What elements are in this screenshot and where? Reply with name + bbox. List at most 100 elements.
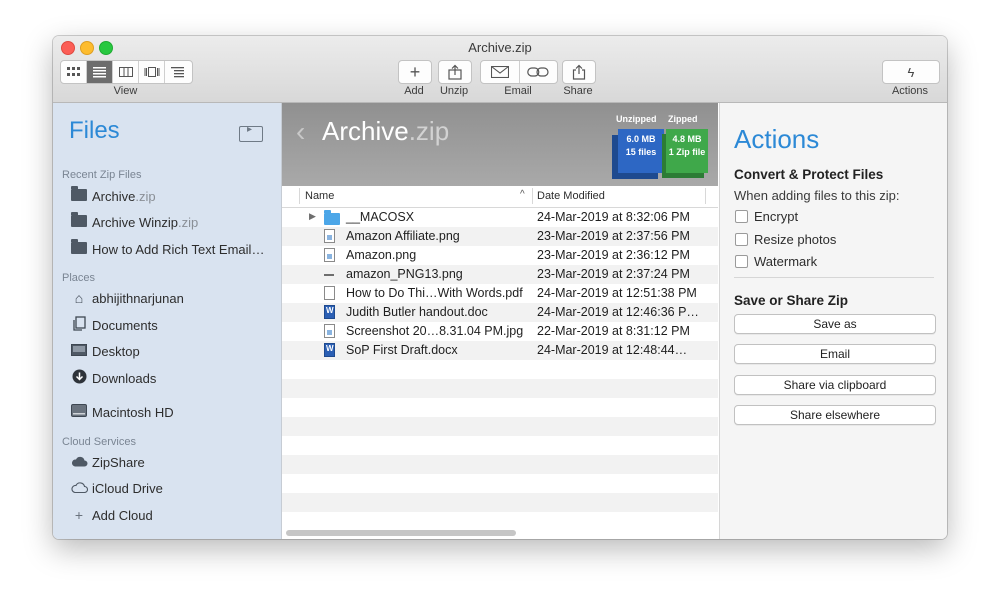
folder-icon — [69, 212, 89, 230]
columns-icon[interactable] — [113, 61, 139, 83]
back-chevron-icon[interactable]: ‹ — [296, 116, 305, 148]
word-document-icon — [324, 343, 338, 358]
save-as-button[interactable]: Save as — [734, 314, 936, 334]
recent-header: Recent Zip Files — [62, 169, 142, 181]
link-button[interactable] — [520, 61, 558, 83]
view-label: View — [113, 85, 138, 97]
unzipped-size-cube: 6.0 MB 15 files — [618, 129, 664, 173]
resize-photos-checkbox[interactable]: Resize photos — [735, 232, 836, 247]
document-icon — [324, 286, 338, 301]
sidebar-item-recent[interactable]: Archive .zip — [69, 185, 156, 207]
unzip-button[interactable] — [438, 60, 472, 84]
add-button[interactable]: + — [398, 60, 432, 84]
watermark-checkbox[interactable]: Watermark — [735, 254, 817, 269]
horizontal-scrollbar[interactable] — [286, 530, 516, 536]
sidebar: Files Recent Zip Files Archive.zip Archi… — [53, 103, 282, 539]
downloads-icon — [69, 369, 89, 387]
sidebar-item-add-cloud[interactable]: + Add Cloud — [69, 504, 153, 526]
image-file-icon — [324, 248, 338, 263]
actions-panel: Actions Convert & Protect Files When add… — [719, 103, 947, 539]
share-clipboard-button[interactable]: Share via clipboard — [734, 375, 936, 395]
empty-row — [282, 379, 718, 398]
actions-toggle-button[interactable]: ϟ — [882, 60, 940, 84]
plus-icon: + — [409, 62, 421, 82]
empty-row — [282, 436, 718, 455]
table-row[interactable]: ▶ __MACOSX 24-Mar-2019 at 8:32:06 PM — [282, 208, 718, 227]
convert-subtitle: When adding files to this zip: — [734, 188, 900, 203]
convert-header: Convert & Protect Files — [734, 167, 884, 182]
unzip-label: Unzip — [439, 85, 469, 97]
table-row[interactable]: Screenshot 20…8.31.04 PM.jpg 22-Mar-2019… — [282, 322, 718, 341]
email-link-control — [480, 60, 558, 84]
email-button[interactable] — [481, 61, 520, 83]
sidebar-item-icloud-drive[interactable]: iCloud Drive — [69, 477, 163, 499]
desktop-icon — [69, 343, 89, 359]
sidebar-toggle-icon[interactable] — [239, 124, 263, 142]
table-row[interactable]: How to Do Thi…With Words.pdf 24-Mar-2019… — [282, 284, 718, 303]
share-elsewhere-button[interactable]: Share elsewhere — [734, 405, 936, 425]
empty-row — [282, 455, 718, 474]
outline-icon[interactable] — [165, 61, 190, 83]
unzip-icon — [448, 64, 462, 80]
grid-icon[interactable] — [61, 61, 87, 83]
add-label: Add — [404, 85, 424, 97]
date-column-header[interactable]: Date Modified — [537, 190, 605, 202]
lightning-icon: ϟ — [907, 64, 915, 80]
sort-ascending-icon[interactable]: ^ — [520, 189, 525, 200]
table-row[interactable]: Judith Butler handout.doc 24-Mar-2019 at… — [282, 303, 718, 322]
empty-row — [282, 398, 718, 417]
archive-banner: ‹ Archive.zip Unzipped Zipped 6.0 MB 15 … — [282, 103, 718, 186]
folder-icon — [324, 210, 340, 225]
toolbar: Archive.zip View + Add Unzip Email Share… — [53, 36, 947, 103]
actions-title: Actions — [734, 124, 820, 154]
cloud-header: Cloud Services — [62, 436, 136, 448]
table-row[interactable]: Amazon.png 23-Mar-2019 at 2:36:12 PM — [282, 246, 718, 265]
window-title: Archive.zip — [468, 40, 532, 55]
email-zip-button[interactable]: Email — [734, 344, 936, 364]
cloud-outline-icon — [69, 480, 89, 496]
share-icon — [572, 64, 586, 80]
email-label: Email — [504, 85, 532, 97]
sidebar-item-recent[interactable]: Archive Winzip .zip — [69, 211, 198, 233]
checkbox-icon — [735, 255, 748, 268]
empty-row — [282, 417, 718, 436]
share-button[interactable] — [562, 60, 596, 84]
plus-icon: + — [74, 507, 84, 523]
sidebar-item-recent[interactable]: How to Add Rich Text Email… — [69, 238, 264, 260]
gallery-icon[interactable] — [139, 61, 165, 83]
zipped-label: Zipped — [668, 114, 698, 124]
sidebar-item-desktop[interactable]: Desktop — [69, 340, 140, 362]
unzipped-label: Unzipped — [616, 114, 657, 124]
file-browser: ‹ Archive.zip Unzipped Zipped 6.0 MB 15 … — [282, 103, 718, 539]
table-row[interactable]: amazon_PNG13.png 23-Mar-2019 at 2:37:24 … — [282, 265, 718, 284]
home-icon: ⌂ — [74, 290, 84, 306]
cloud-filled-icon — [69, 454, 89, 470]
zipped-size-cube: 4.8 MB 1 Zip file — [666, 129, 708, 173]
sidebar-item-zipshare[interactable]: ZipShare — [69, 451, 145, 473]
sidebar-item-home[interactable]: ⌂ abhijithnarjunan — [69, 287, 184, 309]
image-file-icon — [324, 229, 338, 244]
sidebar-item-macintosh-hd[interactable]: Macintosh HD — [69, 401, 174, 423]
file-icon — [324, 267, 338, 282]
share-label: Share — [563, 85, 593, 97]
checkbox-icon — [735, 210, 748, 223]
folder-icon — [69, 239, 89, 257]
archive-title: Archive.zip — [322, 116, 450, 146]
empty-row — [282, 493, 718, 512]
folder-icon — [69, 186, 89, 204]
name-column-header[interactable]: Name — [305, 190, 334, 202]
link-icon — [527, 67, 549, 77]
checkbox-icon — [735, 233, 748, 246]
encrypt-checkbox[interactable]: Encrypt — [735, 209, 798, 224]
empty-row — [282, 360, 718, 379]
sidebar-item-documents[interactable]: Documents — [69, 314, 158, 336]
file-list: ▶ __MACOSX 24-Mar-2019 at 8:32:06 PM Ama… — [282, 208, 718, 528]
table-row[interactable]: Amazon Affiliate.png 23-Mar-2019 at 2:37… — [282, 227, 718, 246]
list-icon[interactable] — [87, 61, 113, 83]
file-list-header: Name ^ Date Modified — [282, 186, 718, 208]
app-window: Archive.zip View + Add Unzip Email Share… — [53, 36, 947, 539]
image-file-icon — [324, 324, 338, 339]
sidebar-item-downloads[interactable]: Downloads — [69, 367, 156, 389]
disclosure-triangle-icon[interactable]: ▶ — [309, 211, 316, 222]
table-row[interactable]: SoP First Draft.docx 24-Mar-2019 at 12:4… — [282, 341, 718, 360]
